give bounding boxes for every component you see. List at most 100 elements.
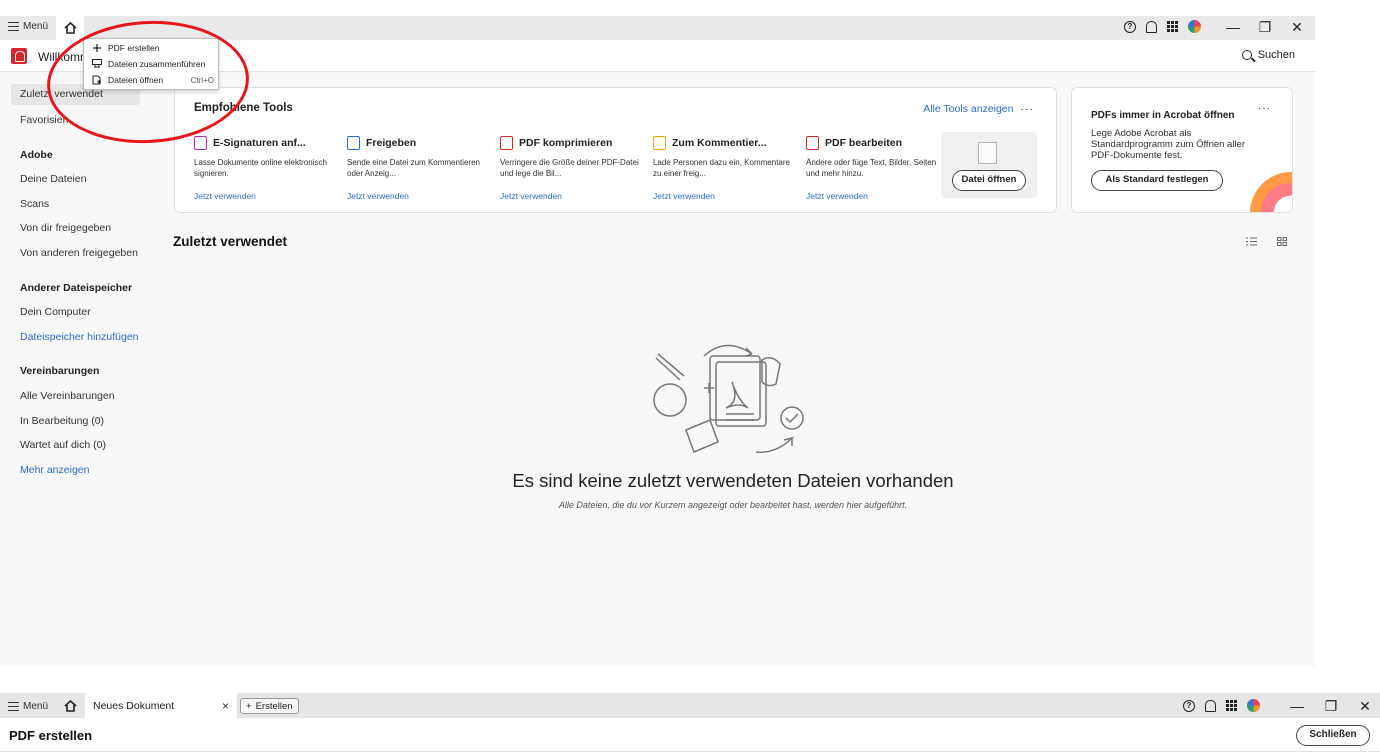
tool-comment[interactable]: Zum Kommentier... Lade Personen dazu ein…: [653, 136, 793, 201]
promo-title: PDFs immer in Acrobat öffnen: [1091, 110, 1235, 121]
notification-bell-icon[interactable]: [1205, 699, 1216, 712]
menu-item-merge-files[interactable]: Dateien zusammenführen: [92, 59, 214, 69]
sidebar-item-shared-by-you[interactable]: Von dir freigegeben: [0, 217, 150, 242]
close-button[interactable]: Schließen: [1296, 725, 1370, 746]
help-icon[interactable]: ?: [1183, 699, 1195, 712]
minimize-button[interactable]: —: [1282, 698, 1312, 714]
menu-item-create-pdf[interactable]: PDF erstellen: [92, 43, 214, 53]
grid-view-icon[interactable]: [1277, 237, 1287, 246]
share-icon: [347, 136, 360, 150]
menu-item-label: Dateien zusammenführen: [108, 59, 206, 69]
open-file-button[interactable]: Datei öffnen: [952, 170, 1026, 191]
maximize-button[interactable]: ❐: [1250, 19, 1280, 35]
open-file-box: Datei öffnen: [941, 132, 1037, 198]
recent-section-title: Zuletzt verwendet: [173, 234, 288, 249]
sidebar-heading-agreements: Vereinbarungen: [20, 365, 100, 378]
home-icon: [63, 22, 77, 34]
search-icon: [1241, 50, 1252, 60]
signature-icon: [194, 136, 207, 150]
compress-pdf-icon: [500, 136, 513, 150]
edit-pdf-icon: [806, 136, 819, 150]
user-avatar[interactable]: [1188, 20, 1201, 33]
sidebar-link-add-storage[interactable]: Dateispeicher hinzufügen: [0, 326, 150, 351]
recommended-tools-card: Empfohlene Tools Alle Tools anzeigen ···…: [174, 87, 1057, 213]
help-icon[interactable]: ?: [1124, 20, 1136, 33]
hamburger-icon: [8, 702, 19, 711]
sidebar-item-favorites[interactable]: Favorisien: [0, 109, 150, 134]
tool-description: Verringere die Größe deiner PDF-Datei un…: [500, 158, 639, 178]
all-tools-label: Alle Tools anzeigen: [923, 103, 1014, 115]
sidebar-item-all-agreements[interactable]: Alle Vereinbarungen: [0, 385, 150, 410]
sidebar-item-waiting[interactable]: Wartet auf dich (0): [0, 434, 150, 459]
tool-description: Lasse Dokumente online elektronisch sign…: [194, 158, 327, 178]
home-tab[interactable]: [56, 693, 84, 718]
home-icon: [63, 699, 77, 712]
plus-icon: +: [246, 700, 252, 712]
sidebar-item-in-progress[interactable]: In Bearbeitung (0): [0, 410, 150, 435]
acrobat-logo: [11, 48, 27, 64]
tool-name: E-Signaturen anf...: [213, 137, 306, 149]
default-app-promo-card: PDFs immer in Acrobat öffnen ··· Lege Ad…: [1071, 87, 1293, 213]
decorative-arc-graphic: [1250, 172, 1292, 212]
tool-name: Zum Kommentier...: [672, 137, 767, 149]
create-button[interactable]: + Erstellen: [240, 698, 299, 714]
notification-bell-icon[interactable]: [1146, 20, 1157, 33]
acrobat-window-top: Menü ? — ❐ ✕ Willkomm Suchen Zuletzt ver…: [0, 15, 1315, 666]
tool-description: Ändere oder füge Text, Bilder, Seiten un…: [806, 158, 937, 178]
apps-grid-icon[interactable]: [1167, 21, 1178, 32]
title-bar: Menü ? — ❐ ✕: [0, 16, 1315, 40]
minimize-button[interactable]: —: [1218, 19, 1248, 35]
create-dropdown-menu: PDF erstellen Dateien zusammenführen Dat…: [83, 38, 219, 90]
sidebar-heading-adobe: Adobe: [20, 148, 53, 161]
tab-label: Neues Dokument: [93, 700, 175, 712]
page-title: PDF erstellen: [9, 728, 93, 743]
title-bar-tools: ?: [1183, 699, 1260, 712]
window-controls: — ❐ ✕: [1218, 19, 1312, 35]
user-avatar[interactable]: [1247, 699, 1260, 712]
empty-state-subtitle: Alle Dateien, die du vor Kurzem angezeig…: [558, 500, 908, 510]
tool-use-link[interactable]: Jetzt verwenden: [347, 191, 487, 201]
sidebar-item-scans[interactable]: Scans: [0, 193, 150, 218]
menu-button[interactable]: Menü: [8, 21, 48, 32]
tool-use-link[interactable]: Jetzt verwenden: [194, 191, 334, 201]
create-pdf-header: PDF erstellen Schließen: [0, 718, 1380, 752]
create-label: Erstellen: [255, 700, 293, 712]
all-tools-link[interactable]: Alle Tools anzeigen ···: [923, 103, 1034, 115]
set-default-button[interactable]: Als Standard festlegen: [1091, 170, 1223, 191]
plus-icon: [93, 44, 101, 52]
sidebar-item-computer[interactable]: Dein Computer: [0, 301, 150, 326]
tool-compress[interactable]: PDF komprimieren Verringere die Größe de…: [500, 136, 640, 201]
title-bar: Menü Neues Dokument × + Erstellen ? — ❐ …: [0, 693, 1380, 718]
tool-edit[interactable]: PDF bearbeiten Ändere oder füge Text, Bi…: [806, 136, 946, 201]
tool-name: PDF bearbeiten: [825, 137, 903, 149]
search-button[interactable]: Suchen: [1241, 49, 1295, 61]
menu-item-label: PDF erstellen: [108, 43, 160, 53]
close-window-button[interactable]: ✕: [1282, 19, 1312, 35]
window-controls: — ❐ ✕: [1282, 698, 1380, 714]
close-window-button[interactable]: ✕: [1350, 698, 1380, 714]
sidebar-item-my-files[interactable]: Deine Dateien: [0, 168, 150, 193]
sidebar: Zuletzt verwendet Favorisien Adobe Deine…: [0, 84, 150, 483]
apps-grid-icon[interactable]: [1226, 700, 1237, 711]
tool-description: Lade Personen dazu ein, Kommentare zu ei…: [653, 158, 790, 178]
maximize-button[interactable]: ❐: [1316, 698, 1346, 714]
tools-card-title: Empfohlene Tools: [194, 102, 293, 114]
menu-button[interactable]: Menü: [8, 701, 48, 712]
open-file-icon: [92, 75, 101, 85]
promo-more-icon[interactable]: ···: [1258, 103, 1271, 114]
close-tab-icon[interactable]: ×: [222, 699, 229, 713]
tab-new-document[interactable]: Neues Dokument ×: [85, 693, 237, 718]
sidebar-item-shared-by-others[interactable]: Von anderen freigegeben: [0, 242, 150, 267]
tool-use-link[interactable]: Jetzt verwenden: [806, 191, 946, 201]
list-view-icon[interactable]: [1246, 237, 1257, 246]
home-tab[interactable]: [56, 16, 84, 40]
merge-icon: [92, 59, 102, 68]
tool-use-link[interactable]: Jetzt verwenden: [653, 191, 793, 201]
tool-name: Freigeben: [366, 137, 417, 149]
tool-use-link[interactable]: Jetzt verwenden: [500, 191, 640, 201]
tool-esign[interactable]: E-Signaturen anf... Lasse Dokumente onli…: [194, 136, 334, 201]
more-options-icon[interactable]: ···: [1021, 103, 1035, 115]
tool-share[interactable]: Freigeben Sende eine Datei zum Kommentie…: [347, 136, 487, 201]
menu-item-open-files[interactable]: Dateien öffnen Ctrl+O: [92, 75, 214, 85]
title-bar-tools: ?: [1124, 20, 1201, 33]
